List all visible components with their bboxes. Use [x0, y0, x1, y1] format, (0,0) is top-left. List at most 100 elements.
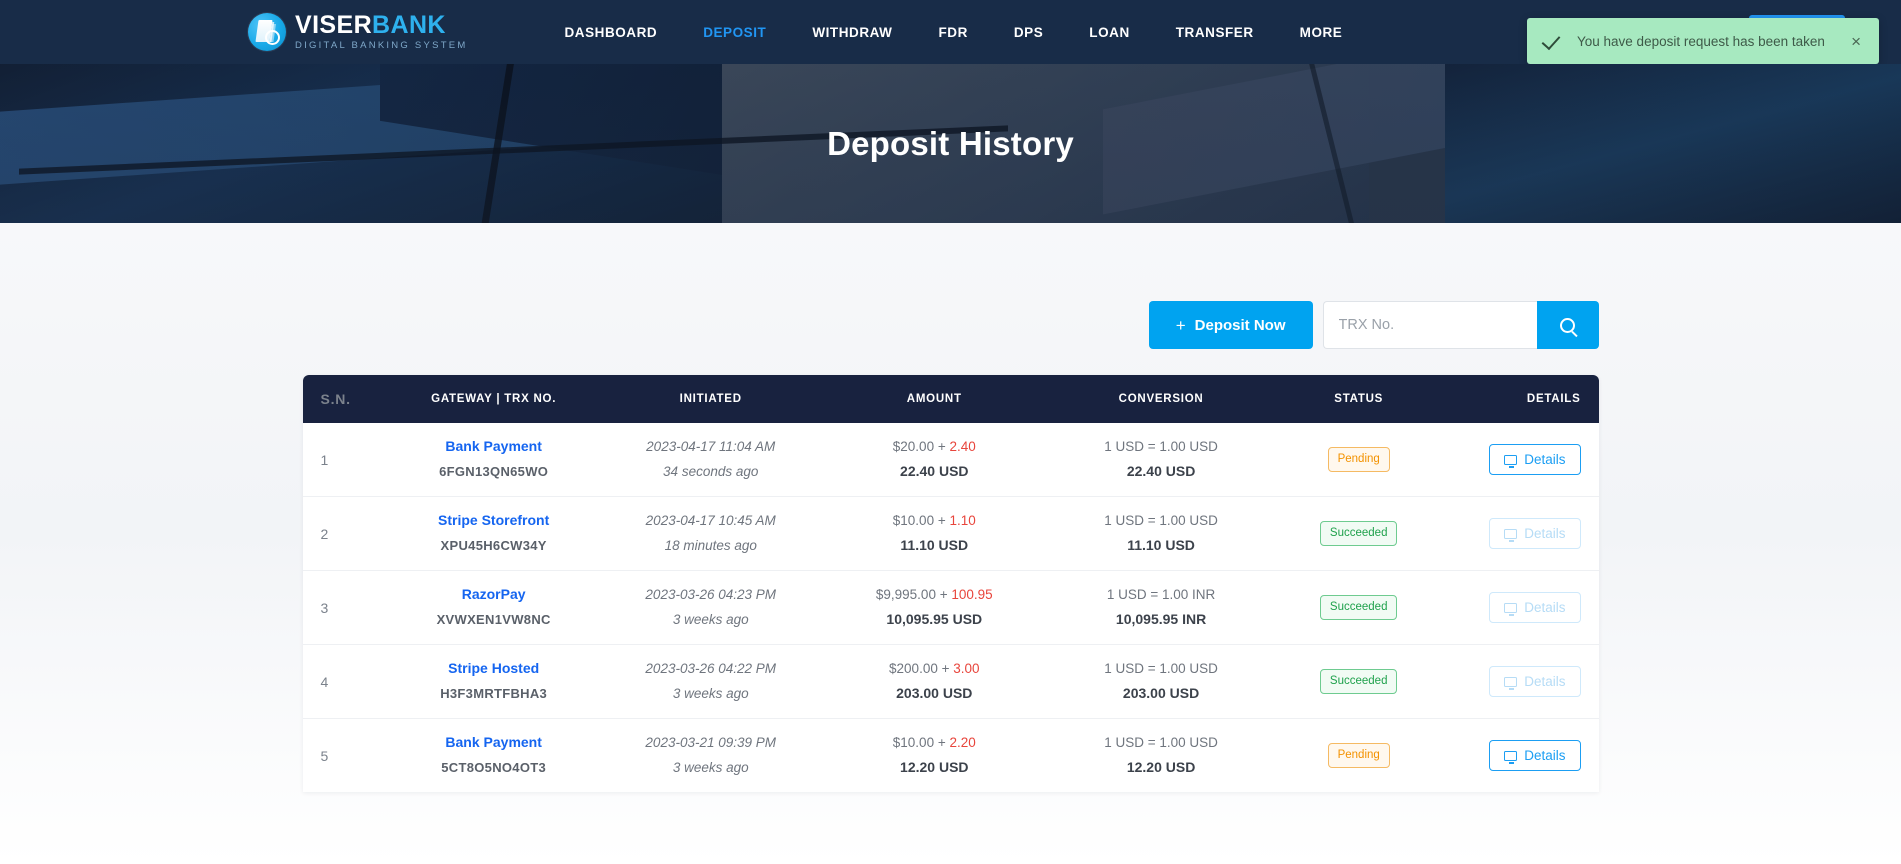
- trx-number: H3F3MRTFBHA3: [440, 686, 548, 701]
- amount-base: $10.00 +: [892, 734, 950, 750]
- status-badge: Succeeded: [1319, 595, 1398, 620]
- logo-text: VISERBANK DIGITAL BANKING SYSTEM: [295, 13, 468, 51]
- initiated-relative: 18 minutes ago: [664, 537, 757, 553]
- cell-amount: $10.00 + 2.20 12.20 USD: [821, 719, 1048, 793]
- amount-breakdown: $20.00 + 2.40: [821, 439, 1048, 454]
- status-badge: Succeeded: [1319, 521, 1398, 546]
- amount-breakdown: $10.00 + 1.10: [821, 513, 1048, 528]
- deposit-now-label: Deposit Now: [1194, 316, 1286, 334]
- table-row: 1 Bank Payment 6FGN13QN65WO 2023-04-17 11:0…: [302, 423, 1599, 497]
- amount-fee: 2.40: [949, 438, 976, 454]
- page-content: + Deposit Now S.N. GATEWAY | TRX NO. INI…: [0, 223, 1901, 864]
- conversion-rate: 1 USD = 1.00 INR: [1106, 586, 1216, 602]
- details-button[interactable]: Details: [1489, 444, 1581, 475]
- table-body: 1 Bank Payment 6FGN13QN65WO 2023-04-17 11:0…: [302, 423, 1599, 793]
- nav-item-dashboard[interactable]: DASHBOARD: [542, 25, 681, 40]
- table-row: 2 Stripe Storefront XPU45H6CW34Y 2023-04-17…: [302, 496, 1599, 571]
- details-button[interactable]: Details: [1489, 666, 1581, 697]
- column-header-status: STATUS: [1274, 375, 1443, 423]
- details-label: Details: [1524, 748, 1566, 763]
- initiated-relative: 3 weeks ago: [672, 611, 749, 627]
- gateway-link[interactable]: RazorPay: [387, 586, 601, 602]
- amount-total: 203.00 USD: [896, 684, 973, 701]
- cell-gateway: Bank Payment 6FGN13QN65WO: [386, 423, 601, 497]
- monitor-icon: [1504, 750, 1518, 764]
- conversion-rate: 1 USD = 1.00 USD: [1104, 438, 1218, 454]
- gateway-link[interactable]: Bank Payment: [387, 438, 601, 454]
- main-nav: DASHBOARD DEPOSIT WITHDRAW FDR DPS LOAN …: [542, 25, 1366, 40]
- details-button[interactable]: Details: [1489, 518, 1581, 549]
- search-input[interactable]: [1322, 301, 1537, 349]
- site-header: VISERBANK DIGITAL BANKING SYSTEM DASHBOA…: [0, 0, 1901, 64]
- amount-base: $9,995.00 +: [875, 586, 952, 602]
- details-button[interactable]: Details: [1489, 740, 1581, 771]
- page-title: Deposit History: [827, 124, 1074, 162]
- cell-status: Succeeded: [1274, 644, 1443, 719]
- conversion-total: 22.40 USD: [1126, 462, 1196, 479]
- initiated-date: 2023-04-17 10:45 AM: [645, 512, 776, 528]
- conversion-rate: 1 USD = 1.00 USD: [1104, 734, 1218, 750]
- amount-fee: 1.10: [949, 512, 976, 528]
- cell-status: Pending: [1274, 423, 1443, 497]
- amount-total: 12.20 USD: [900, 758, 969, 775]
- logo[interactable]: VISERBANK DIGITAL BANKING SYSTEM: [248, 13, 468, 51]
- initiated-relative: 3 weeks ago: [672, 685, 749, 701]
- cell-initiated: 2023-04-17 10:45 AM 18 minutes ago: [600, 496, 821, 571]
- page-hero: Deposit History: [0, 64, 1901, 223]
- nav-item-withdraw[interactable]: WITHDRAW: [789, 25, 915, 40]
- logo-wordmark: VISERBANK: [295, 13, 468, 38]
- status-badge: Pending: [1327, 447, 1390, 472]
- table-toolbar: + Deposit Now: [303, 301, 1599, 349]
- trx-number: XPU45H6CW34Y: [440, 538, 547, 553]
- cell-sn: 2: [302, 496, 387, 571]
- conversion-total: 203.00 USD: [1122, 684, 1200, 701]
- cell-sn: 5: [320, 747, 329, 764]
- column-header-initiated: INITIATED: [600, 375, 821, 423]
- column-header-gateway: GATEWAY | TRX NO.: [386, 375, 601, 423]
- cell-initiated: 2023-03-26 04:22 PM 3 weeks ago: [600, 644, 821, 719]
- cell-details: Details: [1442, 423, 1599, 497]
- trx-number: 6FGN13QN65WO: [439, 464, 549, 479]
- table-header-row: S.N. GATEWAY | TRX NO. INITIATED AMOUNT …: [302, 375, 1599, 423]
- amount-base: $20.00 +: [892, 438, 950, 454]
- nav-item-dps[interactable]: DPS: [991, 25, 1066, 40]
- gateway-link[interactable]: Bank Payment: [387, 734, 601, 750]
- column-header-amount: AMOUNT: [820, 375, 1048, 423]
- cell-sn: 4: [302, 644, 387, 719]
- cell-sn: 1: [302, 423, 387, 497]
- amount-breakdown: $200.00 + 3.00: [821, 661, 1048, 676]
- initiated-relative: 34 seconds ago: [663, 463, 759, 479]
- nav-item-more[interactable]: MORE: [1277, 25, 1366, 40]
- nav-item-transfer[interactable]: TRANSFER: [1153, 25, 1277, 40]
- search-group: [1322, 301, 1599, 349]
- amount-breakdown: $9,995.00 + 100.95: [821, 587, 1048, 602]
- cell-gateway: Stripe Storefront XPU45H6CW34Y: [386, 496, 601, 571]
- cell-conversion: 1 USD = 1.00 USD 22.40 USD: [1047, 423, 1275, 497]
- gateway-link[interactable]: Stripe Hosted: [387, 660, 601, 676]
- cell-initiated: 2023-03-21 09:39 PM 3 weeks ago: [601, 719, 821, 793]
- cell-initiated: 2023-03-26 04:23 PM 3 weeks ago: [600, 570, 821, 645]
- cell-amount: $20.00 + 2.40 22.40 USD: [820, 423, 1048, 497]
- column-header-conversion: CONVERSION: [1047, 375, 1275, 423]
- amount-total: 11.10 USD: [900, 536, 969, 553]
- details-button[interactable]: Details: [1489, 592, 1581, 623]
- cell-initiated: 2023-04-17 11:04 AM 34 seconds ago: [600, 423, 821, 497]
- deposit-now-button[interactable]: + Deposit Now: [1148, 301, 1313, 349]
- monitor-icon: [1504, 676, 1518, 690]
- nav-item-deposit[interactable]: DEPOSIT: [680, 25, 789, 40]
- nav-item-fdr[interactable]: FDR: [915, 25, 990, 40]
- monitor-icon: [1504, 602, 1518, 616]
- logo-word-secondary: BANK: [372, 11, 446, 40]
- toast-notification: You have deposit request has been taken …: [1527, 18, 1879, 64]
- search-button[interactable]: [1536, 301, 1599, 349]
- table-row: 4 Stripe Hosted H3F3MRTFBHA3 2023-03-26 04:…: [302, 644, 1599, 719]
- cell-amount: $10.00 + 1.10 11.10 USD: [820, 496, 1048, 571]
- gateway-link[interactable]: Stripe Storefront: [387, 512, 601, 528]
- status-badge: Pending: [1327, 743, 1390, 768]
- trx-number: 5CT8O5NO4OT3: [441, 760, 547, 775]
- cell-conversion: 1 USD = 1.00 USD 203.00 USD: [1047, 644, 1275, 719]
- cell-details: Details: [1442, 644, 1599, 719]
- deposit-history-table: S.N. GATEWAY | TRX NO. INITIATED AMOUNT …: [302, 375, 1599, 793]
- close-icon[interactable]: ×: [1847, 31, 1865, 52]
- nav-item-loan[interactable]: LOAN: [1066, 25, 1152, 40]
